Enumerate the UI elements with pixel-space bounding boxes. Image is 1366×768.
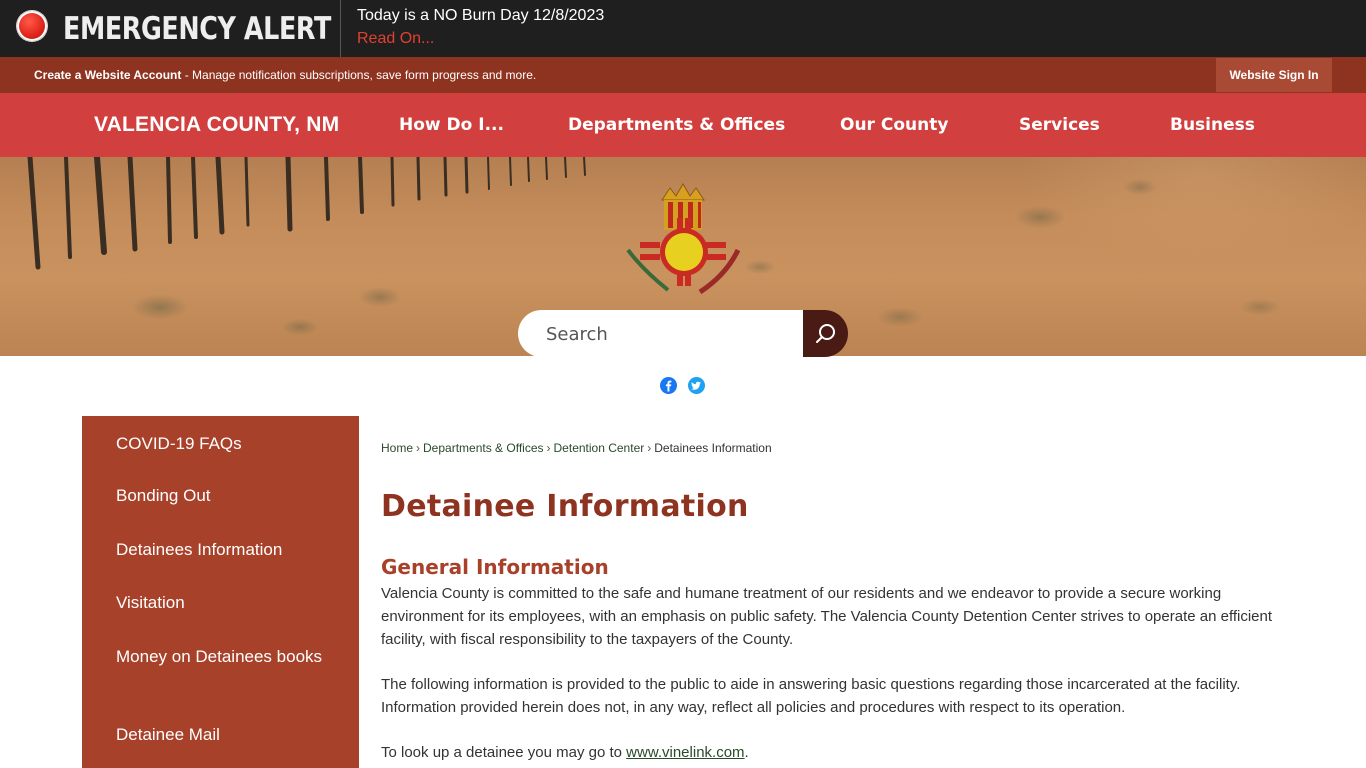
breadcrumb-separator: › [416,441,421,455]
county-seal-logo [626,183,741,295]
breadcrumb-separator: › [647,441,652,455]
breadcrumb-home[interactable]: Home [381,441,413,455]
read-on-link[interactable]: Read On... [357,30,434,48]
alert-divider [340,0,341,57]
create-account-link[interactable]: Create a Website Account [34,68,181,82]
lookup-paragraph: To look up a detainee you may go to www.… [381,741,1281,764]
search-icon [816,324,835,343]
vinelink-link[interactable]: www.vinelink.com [626,744,744,761]
section-title: General Information [381,555,609,579]
nav-how-do-i[interactable]: How Do I... [399,115,504,135]
account-notice: Create a Website Account - Manage notifi… [34,68,536,82]
breadcrumb-separator: › [546,441,551,455]
facebook-icon[interactable] [660,377,677,394]
alert-light-icon [17,11,47,41]
nav-services[interactable]: Services [1019,115,1100,135]
search-button[interactable] [803,310,848,357]
lookup-suffix: . [744,744,749,761]
sidebar-item-money-on-detainees-books[interactable]: Money on Detainees books [116,644,336,669]
nav-departments-offices[interactable]: Departments & Offices [568,115,785,135]
search-field-container [518,310,804,359]
sidebar-navigation: COVID-19 FAQs Bonding Out Detainees Info… [82,416,359,768]
breadcrumb-current: Detainees Information [654,441,772,455]
page-title: Detainee Information [381,489,749,524]
intro-paragraph: Valencia County is committed to the safe… [381,585,1273,648]
sidebar-item-detainee-mail[interactable]: Detainee Mail [116,722,336,747]
twitter-icon[interactable] [688,377,705,394]
site-title[interactable]: VALENCIA COUNTY, NM [94,113,339,137]
breadcrumb-departments-offices[interactable]: Departments & Offices [423,441,544,455]
sidebar-item-bonding-out[interactable]: Bonding Out [116,483,336,508]
account-bar: Create a Website Account - Manage notifi… [0,57,1366,93]
emergency-alert-bar: EMERGENCY ALERT Today is a NO Burn Day 1… [0,0,1366,58]
alert-title: EMERGENCY ALERT [63,11,331,47]
lookup-text: To look up a detainee you may go to [381,744,627,761]
breadcrumb-detention-center[interactable]: Detention Center [554,441,645,455]
main-navigation: VALENCIA COUNTY, NM How Do I... Departme… [0,93,1366,157]
website-sign-in-button[interactable]: Website Sign In [1216,58,1332,92]
search-input[interactable] [544,310,798,359]
sidebar-item-visitation[interactable]: Visitation [116,590,336,615]
account-description: - Manage notification subscriptions, sav… [181,68,537,82]
nav-business[interactable]: Business [1170,115,1255,135]
alert-message: Today is a NO Burn Day 12/8/2023 [357,7,605,24]
breadcrumb: Home › Departments & Offices › Detention Cen… [381,441,772,455]
info-paragraph: The following information is provided to… [381,676,1241,716]
sidebar-item-covid-faqs[interactable]: COVID-19 FAQs [116,431,336,456]
sidebar-item-detainees-information[interactable]: Detainees Information [116,537,336,562]
nav-our-county[interactable]: Our County [840,115,948,135]
